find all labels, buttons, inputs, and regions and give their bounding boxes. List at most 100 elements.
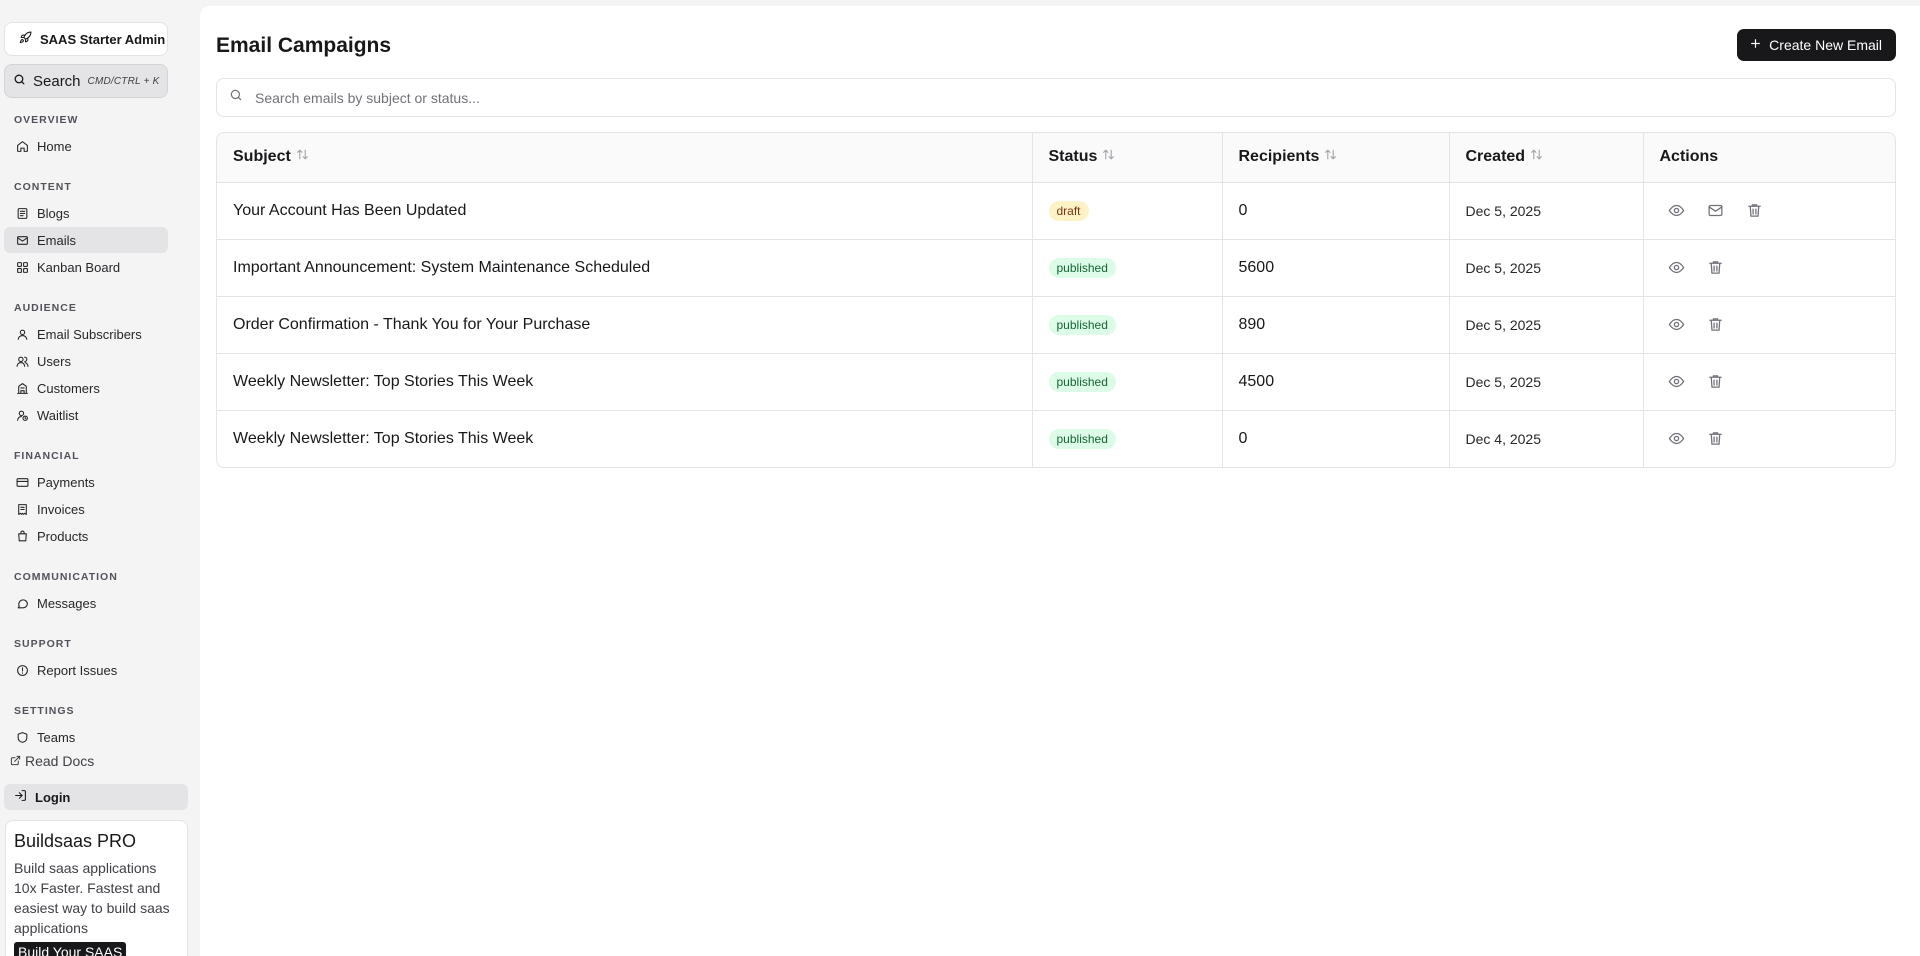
sidebar-item-label: Emails <box>37 232 77 248</box>
table-row[interactable]: Weekly Newsletter: Top Stories This Week… <box>217 353 1895 411</box>
delete-trash-icon[interactable] <box>1707 430 1724 447</box>
login-label: Login <box>35 789 71 805</box>
view-eye-icon[interactable] <box>1668 259 1685 276</box>
recipients-count: 5600 <box>1222 239 1450 297</box>
building-icon <box>16 382 29 395</box>
brand-button[interactable]: SAAS Starter Admin <box>4 22 168 56</box>
sidebar-item-waitlist[interactable]: Waitlist <box>4 402 168 428</box>
view-eye-icon[interactable] <box>1668 316 1685 333</box>
login-icon <box>14 789 27 805</box>
recipients-count: 0 <box>1222 410 1450 467</box>
delete-trash-icon[interactable] <box>1707 373 1724 390</box>
promo-card: Buildsaas PRO Build saas applications 10… <box>5 820 188 956</box>
sidebar-item-products[interactable]: Products <box>4 523 168 549</box>
table-row[interactable]: Order Confirmation - Thank You for Your … <box>217 296 1895 354</box>
table-row[interactable]: Important Announcement: System Maintenan… <box>217 239 1895 297</box>
main-content: Email Campaigns Create New Email Subject… <box>200 6 1920 956</box>
sort-icon <box>1530 148 1543 166</box>
command-search-button[interactable]: Search CMD/CTRL + K <box>4 64 168 98</box>
sidebar-item-report-issues[interactable]: Report Issues <box>4 657 168 683</box>
sidebar-item-label: Users <box>37 353 71 369</box>
nav-section-label: CONTENT <box>14 181 72 193</box>
sidebar-item-blogs[interactable]: Blogs <box>4 200 168 226</box>
external-link-icon <box>10 753 21 769</box>
send-mail-icon[interactable] <box>1707 202 1724 219</box>
receipt-icon <box>16 503 29 516</box>
create-new-email-button[interactable]: Create New Email <box>1737 29 1896 61</box>
recipients-count: 890 <box>1222 296 1450 354</box>
sidebar-item-emails[interactable]: Emails <box>4 227 168 253</box>
sort-icon <box>296 148 309 166</box>
package-icon <box>16 530 29 543</box>
recipients-count: 0 <box>1222 182 1450 240</box>
sidebar-item-email-subscribers[interactable]: Email Subscribers <box>4 321 168 347</box>
sidebar-item-label: Customers <box>37 380 100 396</box>
sidebar-item-teams[interactable]: Teams <box>4 724 168 750</box>
nav-section-label: AUDIENCE <box>14 302 77 314</box>
created-date: Dec 5, 2025 <box>1449 353 1644 411</box>
table-row[interactable]: Your Account Has Been Updated draft 0 Dec 5… <box>217 182 1895 240</box>
sidebar-item-label: Invoices <box>37 501 85 517</box>
nav-section-label: COMMUNICATION <box>14 571 118 583</box>
sidebar-item-kanban-board[interactable]: Kanban Board <box>4 254 168 280</box>
view-eye-icon[interactable] <box>1668 430 1685 447</box>
plus-icon <box>1749 37 1762 53</box>
actions-cell <box>1643 182 1895 240</box>
table-header-row: Subject Status Recipients Created Action… <box>217 133 1895 183</box>
sidebar-item-customers[interactable]: Customers <box>4 375 168 401</box>
status-badge: published <box>1048 257 1116 278</box>
column-header-status[interactable]: Status <box>1032 133 1223 183</box>
search-icon <box>229 88 243 107</box>
status-cell: published <box>1032 410 1223 467</box>
sidebar-item-payments[interactable]: Payments <box>4 469 168 495</box>
build-saas-button[interactable]: Build Your SAAS <box>14 942 127 956</box>
sidebar-item-label: Payments <box>37 474 95 490</box>
read-docs-link[interactable]: Read Docs <box>10 753 94 769</box>
email-search-field[interactable] <box>216 78 1896 117</box>
email-subject: Important Announcement: System Maintenan… <box>217 239 1033 297</box>
delete-trash-icon[interactable] <box>1707 316 1724 333</box>
actions-cell <box>1643 410 1895 467</box>
sidebar-item-home[interactable]: Home <box>4 133 168 159</box>
grid-icon <box>16 261 29 274</box>
created-date: Dec 5, 2025 <box>1449 182 1644 240</box>
nav-section-label: SETTINGS <box>14 705 75 717</box>
actions-cell <box>1643 296 1895 354</box>
delete-trash-icon[interactable] <box>1707 259 1724 276</box>
recipients-count: 4500 <box>1222 353 1450 411</box>
created-date: Dec 5, 2025 <box>1449 296 1644 354</box>
promo-title: Buildsaas PRO <box>14 831 137 851</box>
message-icon <box>16 597 29 610</box>
status-cell: published <box>1032 239 1223 297</box>
sidebar: SAAS Starter Admin Search CMD/CTRL + K O… <box>0 0 198 956</box>
shield-icon <box>16 731 29 744</box>
brand-name: SAAS Starter Admin <box>40 31 166 47</box>
email-subject: Weekly Newsletter: Top Stories This Week <box>217 410 1033 467</box>
delete-trash-icon[interactable] <box>1746 202 1763 219</box>
sidebar-item-label: Report Issues <box>37 662 118 678</box>
email-subject: Your Account Has Been Updated <box>217 182 1033 240</box>
column-header-subject[interactable]: Subject <box>217 133 1033 183</box>
status-cell: published <box>1032 296 1223 354</box>
column-header-recipients[interactable]: Recipients <box>1222 133 1450 183</box>
login-button[interactable]: Login <box>4 784 188 810</box>
sidebar-item-label: Home <box>37 138 72 154</box>
column-header-actions: Actions <box>1643 133 1895 183</box>
status-header-label: Status <box>1048 148 1098 166</box>
view-eye-icon[interactable] <box>1668 202 1685 219</box>
sidebar-item-users[interactable]: Users <box>4 348 168 374</box>
sidebar-item-messages[interactable]: Messages <box>4 590 168 616</box>
email-search-input[interactable] <box>255 89 1895 106</box>
page-title: Email Campaigns <box>216 34 392 57</box>
email-subject: Weekly Newsletter: Top Stories This Week <box>217 353 1033 411</box>
rocket-icon <box>19 31 32 47</box>
sidebar-item-label: Teams <box>37 729 76 745</box>
actions-cell <box>1643 239 1895 297</box>
view-eye-icon[interactable] <box>1668 373 1685 390</box>
sidebar-item-invoices[interactable]: Invoices <box>4 496 168 522</box>
sort-icon <box>1102 148 1115 166</box>
status-badge: published <box>1048 314 1116 335</box>
column-header-created[interactable]: Created <box>1449 133 1644 183</box>
table-row[interactable]: Weekly Newsletter: Top Stories This Week… <box>217 410 1895 467</box>
sidebar-item-label: Messages <box>37 595 97 611</box>
